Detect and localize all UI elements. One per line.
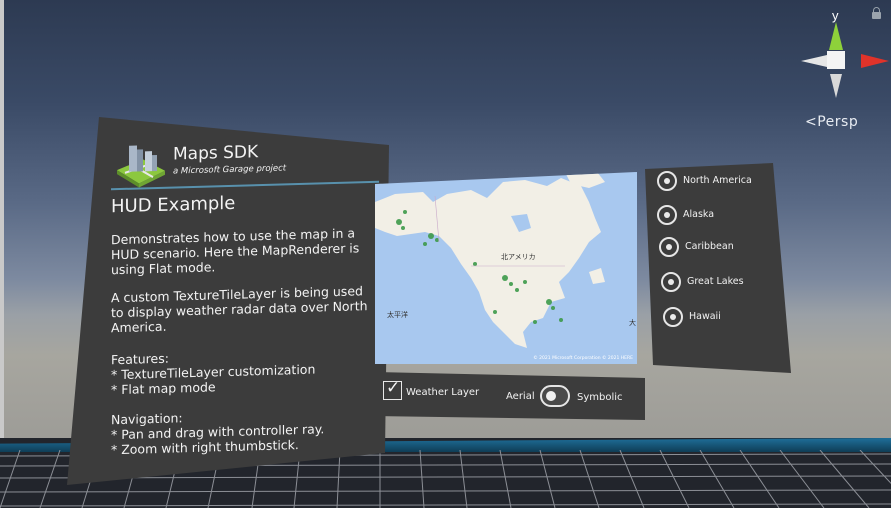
symbolic-label: Symbolic [577,392,623,403]
brand-title: Maps SDK [173,142,259,165]
map-controls-panel: ✓ Weather Layer Aerial Symbolic [374,372,645,420]
panel-title: HUD Example [111,192,236,218]
radio-button-icon[interactable] [657,171,677,191]
gizmo-center-cube[interactable] [827,51,845,69]
info-panel: Maps SDK a Microsoft Garage project HUD … [67,117,389,485]
map-label-atlantic: 大 [629,319,636,327]
aerial-label: Aerial [506,391,535,402]
projection-label[interactable]: <Persp [805,114,858,130]
radio-dot [670,314,676,320]
persp-text: Persp [817,114,859,130]
toggle-knob [546,391,556,401]
radio-dot [664,212,670,218]
region-label: Hawaii [689,311,721,322]
radio-button-icon[interactable] [657,205,677,225]
maps-sdk-logo-icon [117,145,165,188]
region-label: Caribbean [685,241,734,252]
radio-button-icon[interactable] [659,237,679,257]
map-style-toggle[interactable] [540,385,570,407]
radio-dot [666,244,672,250]
lock-icon[interactable] [872,7,881,19]
gizmo-x-cone[interactable] [861,54,889,68]
scene-view[interactable]: y <Persp Maps SDK a Microsoft Garage pro… [0,0,891,508]
region-label: Great Lakes [687,276,744,287]
map-canvas[interactable] [375,172,637,364]
map-attribution: © 2021 Microsoft Corporation © 2021 HERE [533,356,633,361]
weather-note-text: A custom TextureTileLayer is being used … [111,283,368,336]
radio-button-icon[interactable] [661,272,681,292]
brand-subtitle: a Microsoft Garage project [173,163,287,177]
radio-dot [664,178,670,184]
gizmo-neg-x-cone[interactable] [801,55,827,67]
weather-layer-checkbox[interactable]: ✓ [383,378,402,400]
region-label: North America [683,175,752,186]
gizmo-y-cone[interactable] [829,22,843,50]
map-label-pacific: 太平洋 [387,311,408,319]
region-selector-panel: North America Alaska Caribbean Great Lak… [645,163,791,373]
radio-button-icon[interactable] [663,307,683,327]
checkmark-icon: ✓ [386,378,401,398]
weather-layer-label: Weather Layer [406,387,480,398]
map-view[interactable]: 北アメリカ 太平洋 大 © 2021 Microsoft Corporation… [375,172,637,364]
region-label: Alaska [683,209,715,220]
map-label-continent: 北アメリカ [501,253,536,261]
gizmo-neg-y-cone[interactable] [830,74,842,98]
radio-dot [668,279,674,285]
gizmo-y-label: y [832,8,839,23]
scene-left-edge [0,0,4,508]
description-text: Demonstrates how to use the map in a HUD… [111,225,360,278]
